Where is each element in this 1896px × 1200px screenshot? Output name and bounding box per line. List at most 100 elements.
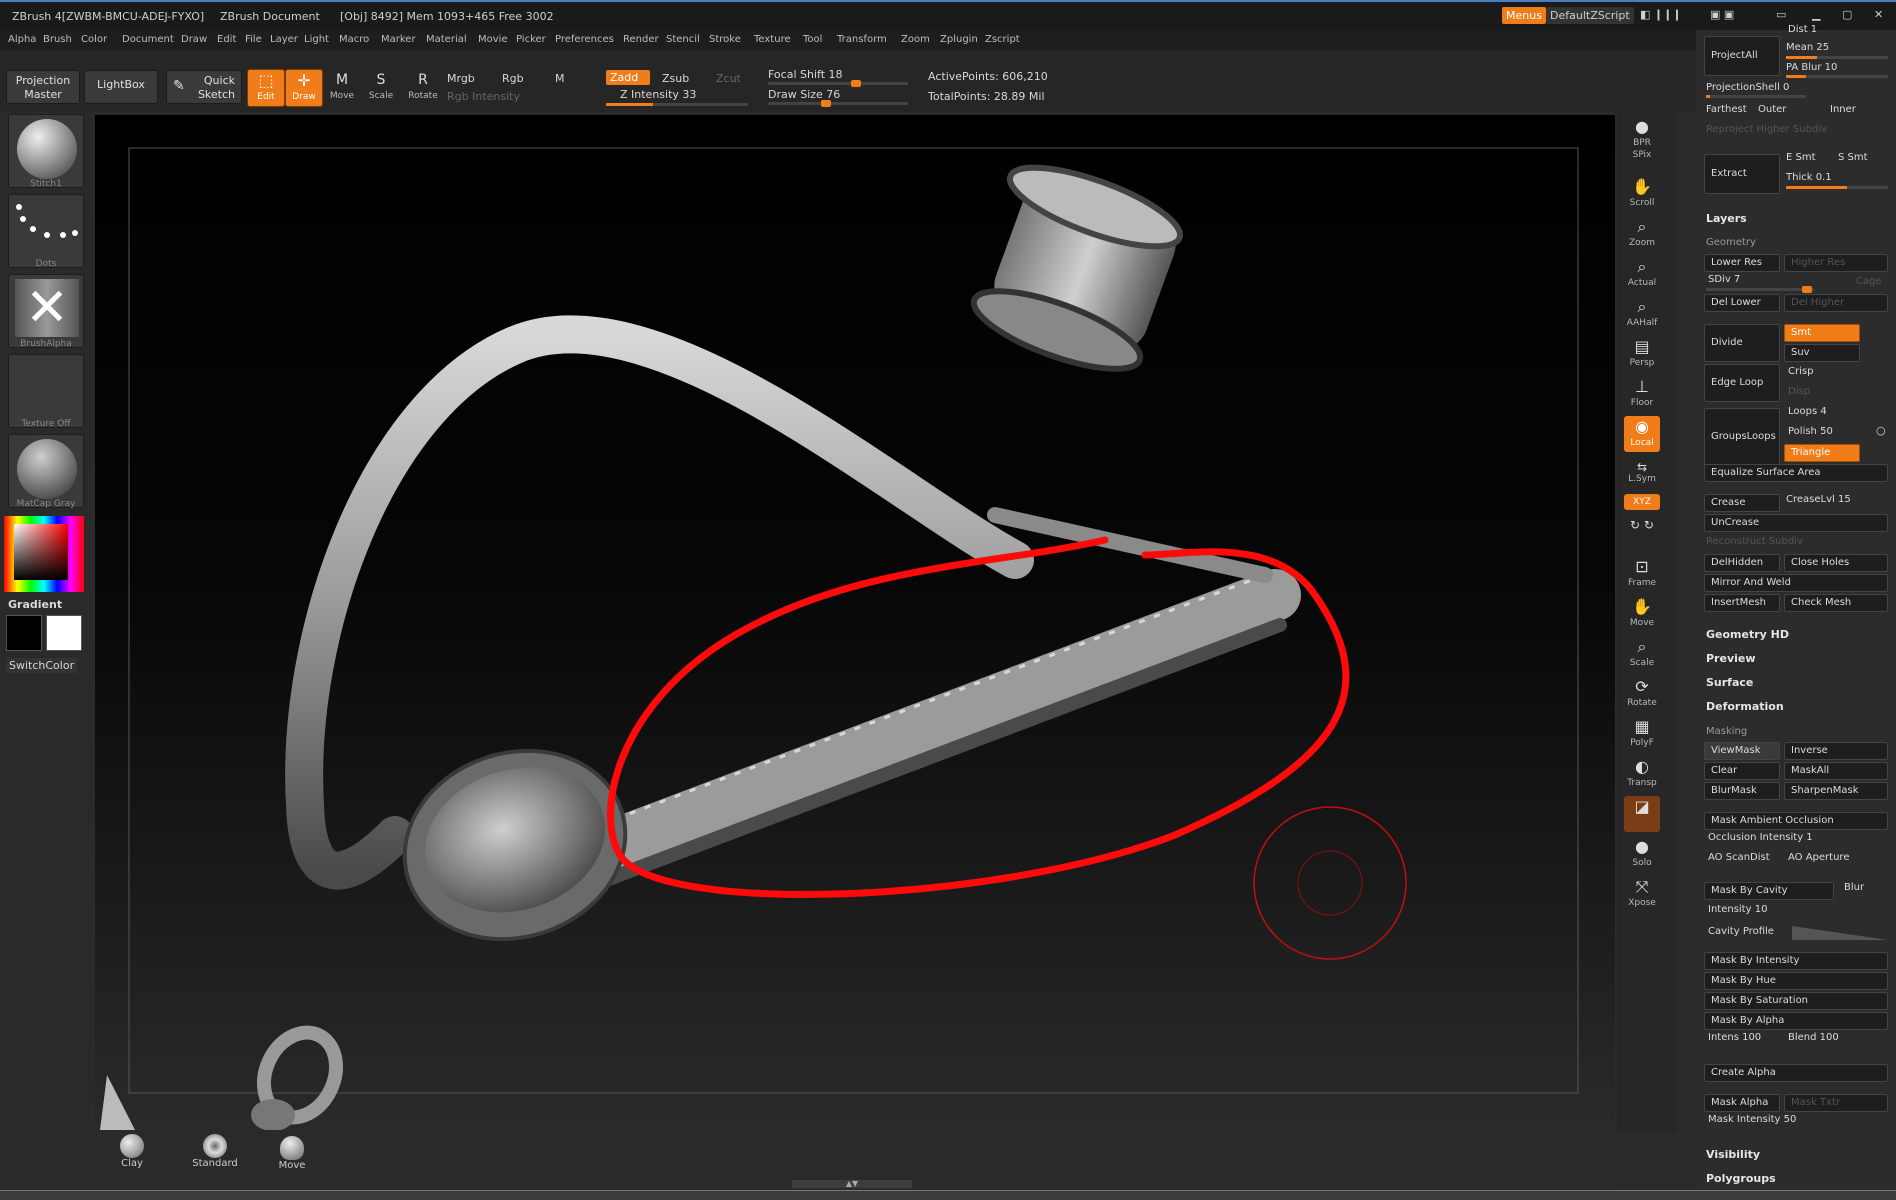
outer-toggle[interactable]: Outer — [1758, 104, 1786, 115]
polish-slider[interactable]: Polish 50 — [1788, 426, 1833, 437]
deformation-section[interactable]: Deformation — [1706, 700, 1784, 713]
actual-button[interactable]: ⌕ Actual — [1624, 256, 1660, 292]
rotate-axis-icons[interactable]: ↻ ↻ — [1624, 514, 1660, 550]
polygroups-section[interactable]: Polygroups — [1706, 1172, 1776, 1185]
clear-mask-button[interactable]: Clear — [1704, 762, 1780, 780]
mask-txtr-button[interactable]: Mask Txtr — [1784, 1094, 1888, 1112]
e-smt-slider[interactable]: E Smt — [1786, 152, 1816, 163]
menu-texture[interactable]: Texture — [754, 34, 791, 45]
quick-sketch-button[interactable]: ✎ Quick Sketch — [166, 70, 242, 104]
scale-mode-button[interactable]: S Scale — [362, 69, 400, 107]
preview-section[interactable]: Preview — [1706, 652, 1756, 665]
mrgb-toggle[interactable]: Mrgb — [447, 72, 475, 85]
zsub-toggle[interactable]: Zsub — [662, 72, 689, 85]
focal-shift-slider[interactable] — [768, 80, 908, 87]
scale-view-button[interactable]: ⌕ Scale — [1624, 636, 1660, 672]
viewport-canvas[interactable] — [95, 115, 1615, 1130]
pa-blur-slider[interactable]: PA Blur 10 — [1786, 62, 1837, 73]
layout-toggle-icon[interactable]: ◧ ❙❙❙ — [1640, 8, 1682, 21]
create-alpha-button[interactable]: Create Alpha — [1704, 1064, 1888, 1082]
z-intensity-slider[interactable] — [606, 103, 748, 106]
material-thumbnail[interactable]: MatCap Gray — [8, 434, 84, 509]
menu-file[interactable]: File — [245, 34, 262, 45]
clay-brush-button[interactable]: Clay — [112, 1134, 152, 1169]
mask-ambient-occlusion-button[interactable]: Mask Ambient Occlusion — [1704, 812, 1888, 830]
delhidden-button[interactable]: DelHidden — [1704, 554, 1780, 572]
groups-loops-button[interactable]: GroupsLoops — [1704, 408, 1780, 466]
divide-button[interactable]: Divide — [1704, 324, 1780, 362]
menu-preferences[interactable]: Preferences — [555, 34, 614, 45]
mask-by-alpha-button[interactable]: Mask By Alpha — [1704, 1012, 1888, 1030]
menu-marker[interactable]: Marker — [381, 34, 416, 45]
smt-toggle[interactable]: Smt — [1784, 324, 1860, 342]
cavity-profile-curve[interactable]: Cavity Profile — [1708, 926, 1774, 937]
higher-res-button[interactable]: Higher Res — [1784, 254, 1888, 272]
m-toggle[interactable]: M — [555, 72, 565, 85]
xyz-button[interactable]: XYZ — [1624, 494, 1660, 510]
window-layout-icon[interactable]: ▣ ▣ — [1710, 8, 1734, 21]
reproject-button[interactable]: Reproject Higher Subdiv — [1706, 124, 1827, 135]
rotate-view-button[interactable]: ⟳ Rotate — [1624, 676, 1660, 712]
equalize-surface-area-button[interactable]: Equalize Surface Area — [1704, 464, 1888, 482]
polyf-button[interactable]: ▦ PolyF — [1624, 716, 1660, 752]
move-brush-button[interactable]: Move — [272, 1136, 312, 1171]
close-holes-button[interactable]: Close Holes — [1784, 554, 1888, 572]
thick-slider-bar[interactable] — [1786, 186, 1888, 189]
script-selector[interactable]: DefaultZScript — [1546, 7, 1634, 24]
mask-by-hue-button[interactable]: Mask By Hue — [1704, 972, 1888, 990]
menu-material[interactable]: Material — [426, 34, 467, 45]
menu-draw[interactable]: Draw — [181, 34, 207, 45]
zadd-toggle[interactable]: Zadd — [606, 70, 651, 85]
draw-mode-button[interactable]: ✛ Draw — [285, 69, 323, 107]
menu-render[interactable]: Render — [623, 34, 659, 45]
inner-toggle[interactable]: Inner — [1830, 104, 1856, 115]
check-mesh-button[interactable]: Check Mesh — [1784, 594, 1888, 612]
brush-thumbnail[interactable]: Stitch1 — [8, 114, 84, 189]
visibility-section[interactable]: Visibility — [1706, 1148, 1760, 1161]
menu-edit[interactable]: Edit — [217, 34, 236, 45]
ao-scandist-slider[interactable]: AO ScanDist — [1708, 852, 1770, 863]
aahalf-button[interactable]: ⌕ AAHalf — [1624, 296, 1660, 332]
standard-brush-button[interactable]: Standard — [190, 1134, 240, 1169]
menu-movie[interactable]: Movie — [478, 34, 508, 45]
move-view-button[interactable]: ✋ Move — [1624, 596, 1660, 632]
lsym-button[interactable]: ⇆ L.Sym — [1624, 460, 1660, 486]
switch-color-button[interactable]: SwitchColor — [6, 658, 78, 673]
menu-tool[interactable]: Tool — [803, 34, 822, 45]
sdiv-slider-bar[interactable] — [1706, 286, 1814, 293]
zoom-button[interactable]: ⌕ Zoom — [1624, 216, 1660, 252]
del-higher-button[interactable]: Del Higher — [1784, 294, 1888, 312]
bpr-button[interactable]: ● BPR — [1624, 116, 1660, 152]
edge-loop-button[interactable]: Edge Loop — [1704, 364, 1780, 402]
intensity-slider[interactable]: Intensity 10 — [1708, 904, 1767, 915]
surface-section[interactable]: Surface — [1706, 676, 1753, 689]
lock-icon[interactable]: ▭ — [1776, 8, 1786, 21]
blend-slider[interactable]: Blend 100 — [1788, 1032, 1839, 1043]
pa-blur-slider-bar[interactable] — [1786, 75, 1888, 78]
minimize-icon[interactable]: ▁ — [1812, 8, 1820, 21]
sharpenmask-button[interactable]: SharpenMask — [1784, 782, 1888, 800]
lower-res-button[interactable]: Lower Res — [1704, 254, 1780, 272]
menu-light[interactable]: Light — [304, 34, 329, 45]
ghost-toggle[interactable]: ◪ — [1624, 796, 1660, 832]
mask-alpha-button[interactable]: Mask Alpha — [1704, 1094, 1780, 1112]
menu-zscript[interactable]: Zscript — [985, 34, 1020, 45]
menus-toggle-button[interactable]: Menus — [1502, 7, 1546, 24]
frame-button[interactable]: ⊡ Frame — [1624, 556, 1660, 592]
geometry-section[interactable]: Geometry — [1706, 237, 1756, 248]
inverse-button[interactable]: Inverse — [1784, 742, 1888, 760]
cavity-profile-graph[interactable] — [1792, 926, 1888, 940]
mask-by-intensity-button[interactable]: Mask By Intensity — [1704, 952, 1888, 970]
spix-button[interactable]: SPix — [1624, 150, 1660, 168]
extract-button[interactable]: Extract — [1704, 154, 1780, 194]
maskall-button[interactable]: MaskAll — [1784, 762, 1888, 780]
menu-transform[interactable]: Transform — [837, 34, 887, 45]
maximize-icon[interactable]: ▢ — [1842, 8, 1852, 21]
projection-shell-slider-bar[interactable] — [1706, 95, 1806, 98]
geometry-hd-section[interactable]: Geometry HD — [1706, 628, 1789, 641]
dist-slider[interactable]: Dist 1 — [1788, 24, 1817, 35]
menu-stencil[interactable]: Stencil — [666, 34, 700, 45]
projection-shell-slider[interactable]: ProjectionShell 0 — [1706, 82, 1789, 93]
insertmesh-button[interactable]: InsertMesh — [1704, 594, 1780, 612]
lightbox-button[interactable]: LightBox — [84, 70, 158, 104]
